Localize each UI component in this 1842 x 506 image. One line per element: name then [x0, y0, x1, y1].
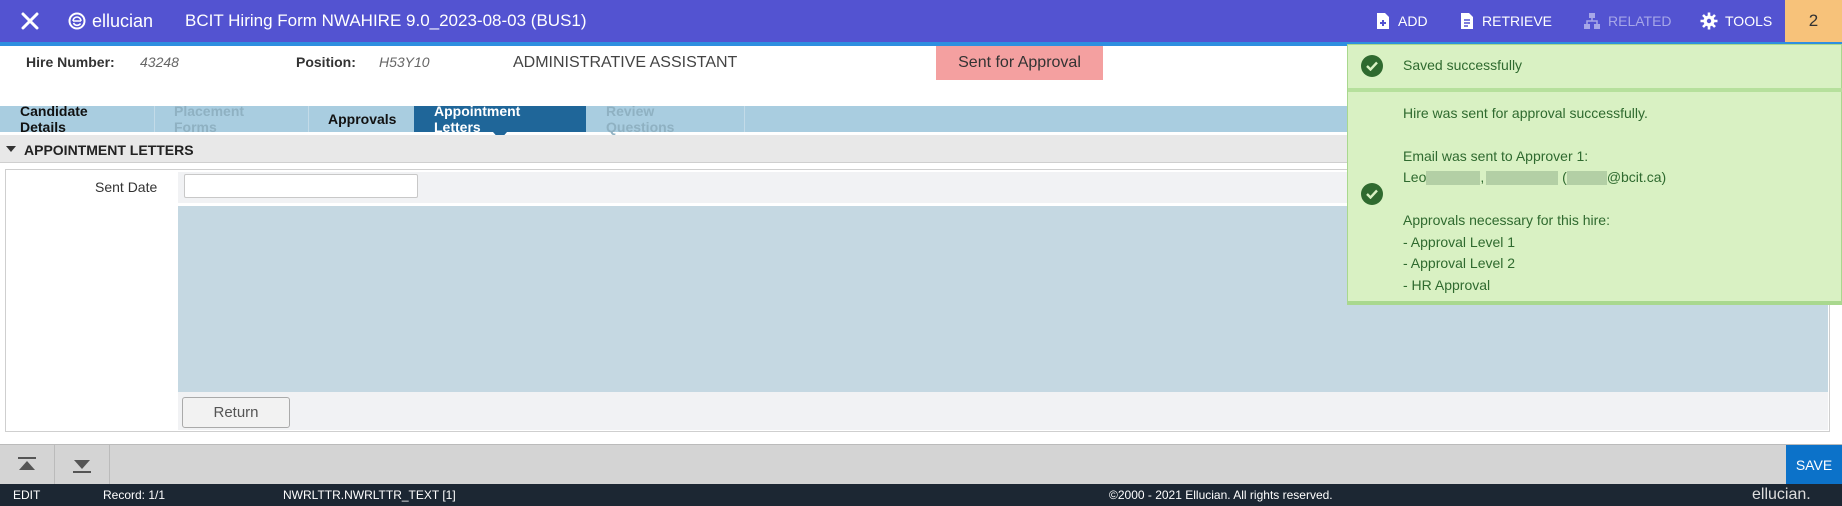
- return-button[interactable]: Return: [182, 397, 290, 428]
- add-document-icon: [1377, 13, 1389, 29]
- return-row: [178, 392, 1828, 430]
- toast-bottom-border: [1348, 301, 1842, 304]
- toast-approval-item: - HR Approval: [1403, 277, 1491, 293]
- retrieve-document-icon: [1461, 13, 1473, 29]
- arrow-down-to-bottom-icon: [73, 460, 91, 473]
- tab-placement-forms[interactable]: Placement Forms: [154, 103, 308, 135]
- add-label: ADD: [1398, 13, 1428, 29]
- toast-line-approvals-necessary: Approvals necessary for this hire:: [1403, 212, 1610, 228]
- approver-email-visible: @bcit.ca): [1606, 169, 1667, 185]
- toast-divider: [1348, 88, 1842, 92]
- tools-label: TOOLS: [1725, 13, 1773, 29]
- toast-approval-item: - Approval Level 1: [1403, 234, 1516, 250]
- ellucian-logo-icon: [68, 12, 86, 30]
- sent-date-input[interactable]: [184, 174, 418, 198]
- first-record-button[interactable]: [0, 445, 55, 485]
- section-title: APPOINTMENT LETTERS: [24, 142, 194, 158]
- position-title: ADMINISTRATIVE ASSISTANT: [513, 54, 738, 71]
- position-value: H53Y10: [379, 54, 430, 70]
- redacted-block: [1426, 171, 1481, 186]
- tools-button[interactable]: TOOLS: [1700, 10, 1772, 32]
- notification-badge[interactable]: 2: [1785, 0, 1842, 42]
- footer-logo: ellucian.: [1752, 486, 1811, 503]
- notification-panel: Saved successfully Hire was sent for app…: [1347, 44, 1842, 305]
- check-circle-icon: [1361, 55, 1383, 77]
- toast-line-approval-sent: Hire was sent for approval successfully.: [1403, 105, 1648, 121]
- copyright-text: ©2000 - 2021 Ellucian. All rights reserv…: [1109, 488, 1333, 502]
- hierarchy-icon: [1584, 13, 1600, 29]
- related-label: RELATED: [1608, 13, 1672, 29]
- ellucian-logo: ellucian: [68, 9, 153, 33]
- tab-appointment-letters[interactable]: Appointment Letters: [414, 103, 586, 135]
- top-bar: ellucian BCIT Hiring Form NWAHIRE 9.0_20…: [0, 0, 1842, 42]
- toast-approval-item: - Approval Level 2: [1403, 255, 1516, 271]
- close-icon[interactable]: [15, 6, 45, 36]
- tab-review-questions[interactable]: Review Questions: [586, 103, 744, 135]
- add-button[interactable]: ADD: [1375, 10, 1428, 32]
- status-mode: EDIT: [13, 488, 41, 502]
- save-button[interactable]: SAVE: [1786, 445, 1842, 485]
- status-record: Record: 1/1: [103, 488, 166, 502]
- retrieve-label: RETRIEVE: [1482, 13, 1553, 29]
- toast-line-approver: Leo, (@bcit.ca): [1403, 169, 1667, 186]
- status-bar: EDIT Record: 1/1 NWRLTTR.NWRLTTR_TEXT [1…: [0, 484, 1842, 506]
- retrieve-button[interactable]: RETRIEVE: [1459, 10, 1552, 32]
- collapse-caret-icon[interactable]: [6, 146, 16, 152]
- status-badge: Sent for Approval: [936, 46, 1103, 80]
- toast-saved-message: Saved successfully: [1403, 57, 1523, 73]
- status-field: NWRLTTR.NWRLTTR_TEXT [1]: [283, 488, 456, 502]
- related-button[interactable]: RELATED: [1583, 10, 1672, 32]
- gear-icon: [1700, 12, 1718, 30]
- toast-line-email-sent: Email was sent to Approver 1:: [1403, 148, 1589, 164]
- approver-name-visible: Leo: [1403, 169, 1427, 185]
- hire-number-value: 43248: [140, 54, 179, 70]
- page-title: BCIT Hiring Form NWAHIRE 9.0_2023-08-03 …: [185, 11, 587, 30]
- logo-text: ellucian: [92, 10, 154, 31]
- redacted-block: [1486, 171, 1559, 186]
- last-record-button[interactable]: [55, 445, 110, 485]
- tab-divider: [744, 106, 745, 132]
- redacted-block: [1566, 171, 1607, 186]
- sent-date-label: Sent Date: [95, 179, 158, 195]
- tab-candidate-details[interactable]: Candidate Details: [0, 103, 154, 135]
- arrow-up-to-top-icon: [18, 457, 36, 470]
- bottom-nav-bar: SAVE: [0, 444, 1842, 485]
- position-label: Position:: [296, 54, 356, 70]
- hire-number-label: Hire Number:: [26, 54, 115, 70]
- check-circle-icon: [1361, 183, 1383, 205]
- tab-approvals[interactable]: Approvals: [308, 106, 414, 132]
